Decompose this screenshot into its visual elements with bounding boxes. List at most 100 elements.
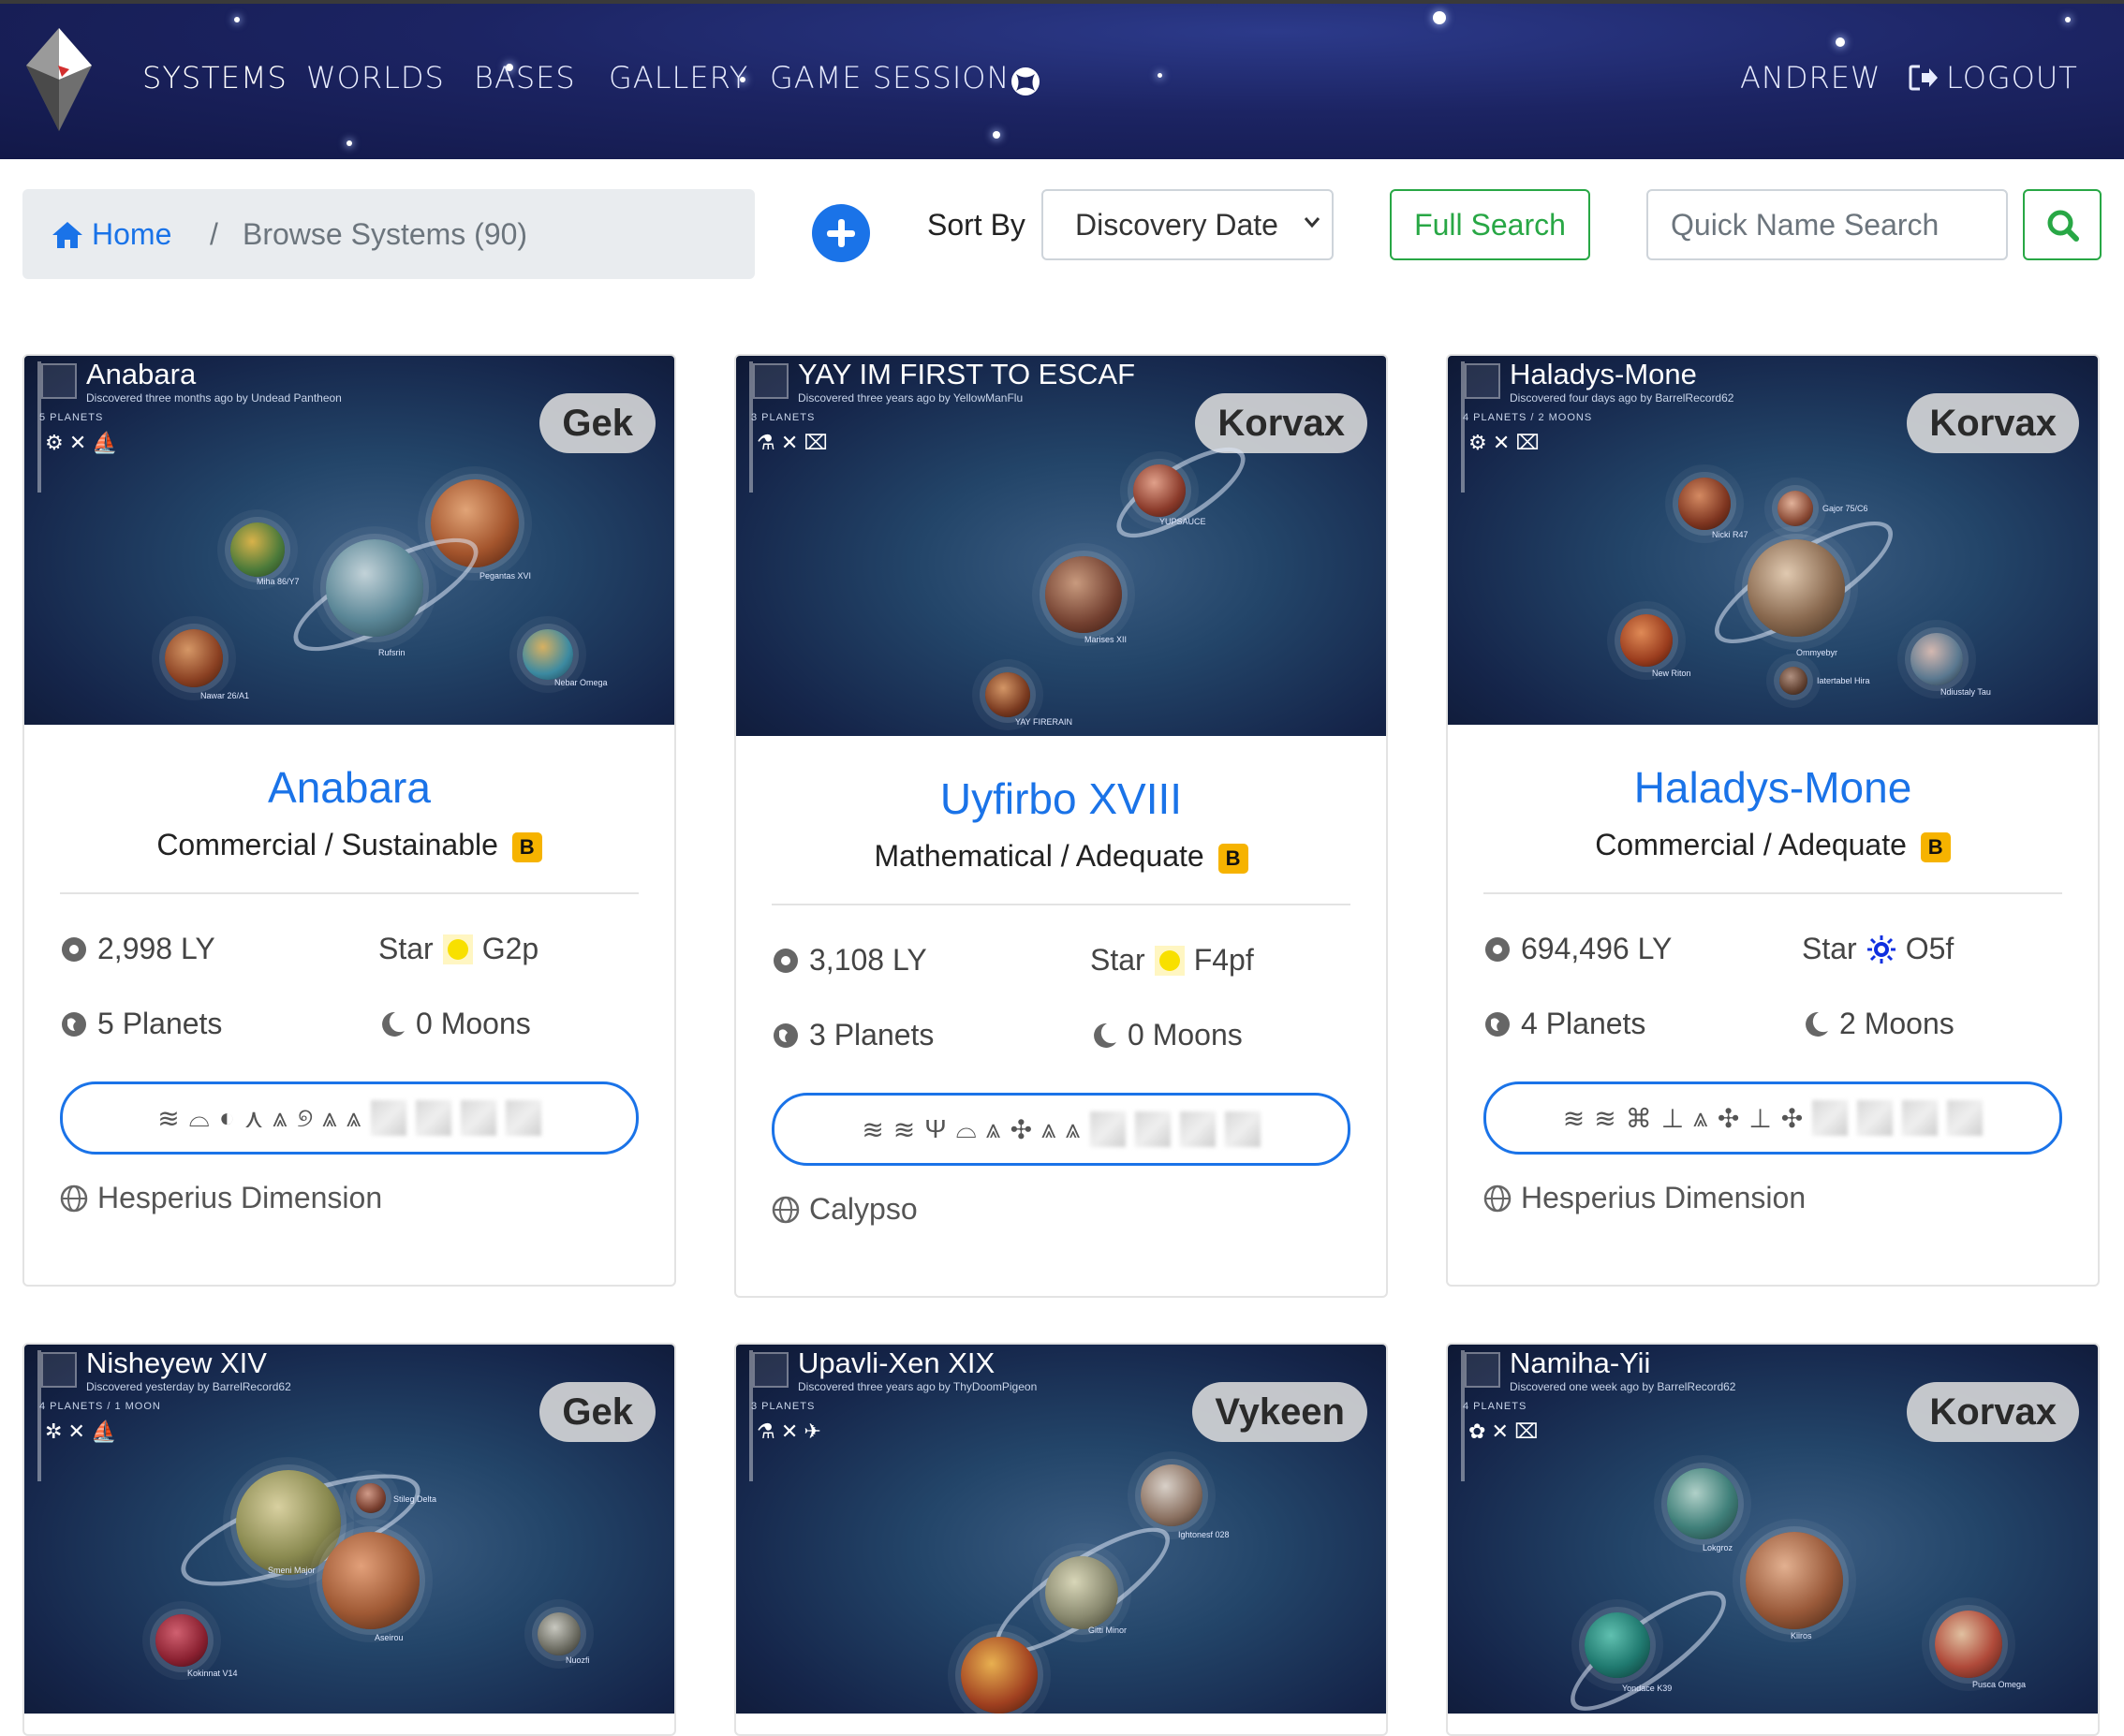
home-icon (52, 221, 82, 248)
nav-user[interactable]: ANDREW (1740, 60, 1881, 96)
planet (1777, 491, 1813, 526)
sort-select[interactable]: Discovery Date (1041, 189, 1334, 260)
breadcrumb: Home / Browse Systems (90) (22, 189, 755, 279)
glyph-icon: ≋ (862, 1114, 884, 1144)
system-card[interactable]: YAY IM FIRST TO ESCAF Discovered three y… (734, 354, 1388, 1298)
system-name-link[interactable]: Anabara (60, 762, 639, 813)
nav-logout[interactable]: LOGOUT (1909, 60, 2078, 96)
image-subtitle: Discovered three years ago by YellowManF… (798, 391, 1024, 405)
glyph-icon: ✣ (1780, 1103, 1804, 1133)
chevron-down-icon (1304, 217, 1320, 228)
planet (155, 1614, 208, 1667)
distance-stat: 694,496 LY (1483, 932, 1672, 966)
star-stat: Star F4pf (1090, 943, 1254, 978)
nav-worlds[interactable]: WORLDS (306, 60, 445, 96)
system-preview-image[interactable]: Nisheyew XIV Discovered yesterday by Bar… (24, 1345, 674, 1714)
galaxy-row: Hesperius Dimension (60, 1181, 639, 1215)
planet-label: Nawar 26/A1 (200, 691, 250, 700)
system-preview-image[interactable]: Upavli-Xen XIX Discovered three years ag… (736, 1345, 1386, 1714)
quick-search-input[interactable]: Quick Name Search (1646, 189, 2008, 260)
portal-glyphs[interactable]: ≋ ≋ Ψ ⌓ ⩓ ✣ ⩓ ⩓ (772, 1093, 1350, 1166)
system-card[interactable]: Nisheyew XIV Discovered yesterday by Bar… (22, 1343, 676, 1736)
redacted-glyph (460, 1100, 496, 1136)
planet (1779, 667, 1807, 695)
system-feature-icons: ✿ ✕ ⌧ (1468, 1420, 1539, 1443)
system-name-link[interactable]: Haladys-Mone (1483, 762, 2062, 813)
system-card[interactable]: Haladys-Mone Discovered four days ago by… (1446, 354, 2100, 1287)
planet-label: Pusca Omega (1972, 1680, 2027, 1689)
glyph-icon: ≋ (1562, 1103, 1586, 1133)
portal-glyphs[interactable]: ≋ ⌓ ◐ ⋏ ⩓ ୭ ⩓ ⩓ (60, 1081, 639, 1155)
breadcrumb-home[interactable]: Home (51, 217, 171, 252)
planet (1678, 478, 1731, 530)
glyph-icon: ⋏ (243, 1103, 264, 1133)
site-logo[interactable] (26, 28, 92, 131)
planet (1141, 1464, 1202, 1526)
full-search-button[interactable]: Full Search (1390, 189, 1590, 260)
glyph-icon: ≋ (157, 1103, 180, 1133)
system-feature-icons: ⚙ ✕ ⛵ (45, 431, 118, 454)
planets-value: 3 Planets (809, 1018, 935, 1052)
nav-bases[interactable]: BASES (474, 60, 576, 96)
galaxy-row: Calypso (772, 1192, 1350, 1227)
planet (1045, 1556, 1118, 1629)
planet (1620, 614, 1673, 667)
planets-stat: 5 Planets (60, 1007, 222, 1041)
system-preview-image[interactable]: Namiha-Yii Discovered one week ago by Ba… (1448, 1345, 2098, 1714)
distance-stat: 2,998 LY (60, 932, 215, 966)
image-subtitle: Discovered one week ago by BarrelRecord6… (1510, 1380, 1736, 1393)
system-card[interactable]: Upavli-Xen XIX Discovered three years ag… (734, 1343, 1388, 1736)
globe-icon (62, 1011, 86, 1037)
star-stat: Star G2p (378, 932, 538, 966)
star-decoration (1433, 11, 1446, 24)
galaxy-row: Hesperius Dimension (1483, 1181, 2062, 1215)
planet-label: Nuozfi (566, 1655, 590, 1665)
planet-label: Ommyebyr (1796, 648, 1838, 657)
image-title: Upavli-Xen XIX (798, 1346, 996, 1379)
system-emblem (1465, 363, 1500, 399)
planet-label: Marises XII (1084, 635, 1128, 644)
system-card[interactable]: Namiha-Yii Discovered one week ago by Ba… (1446, 1343, 2100, 1736)
system-emblem (753, 1352, 789, 1388)
nav-systems[interactable]: SYSTEMS (142, 60, 288, 96)
glyph-icon: ⌘ (1625, 1103, 1652, 1133)
sun-blue-icon (1866, 934, 1895, 964)
breadcrumb-current: Browse Systems (90) (243, 217, 528, 251)
sort-select-value: Discovery Date (1075, 208, 1278, 242)
star-decoration (234, 17, 240, 22)
system-preview-image[interactable]: YAY IM FIRST TO ESCAF Discovered three y… (736, 356, 1386, 736)
sort-label: Sort By (927, 208, 1025, 242)
glyph-icon: ⌓ (955, 1113, 977, 1143)
planet (1585, 1612, 1650, 1678)
nav-gallery[interactable]: GALLERY (609, 60, 748, 96)
system-name-link[interactable]: Uyfirbo XVIII (772, 773, 1350, 824)
system-preview-image[interactable]: Haladys-Mone Discovered four days ago by… (1448, 356, 2098, 725)
planet-label: Yondace K39 (1622, 1684, 1673, 1693)
xbox-icon[interactable] (1010, 66, 1041, 97)
nav-game-session[interactable]: GAME SESSION (770, 60, 1010, 96)
search-button[interactable] (2023, 189, 2102, 260)
planet-label: YUPSAUCE (1159, 517, 1206, 526)
economy-grade-badge: B (511, 831, 542, 862)
economy-label: Commercial / Sustainable (156, 828, 498, 861)
system-emblem (753, 363, 789, 399)
system-feature-icons: ✲ ✕ ⛵ (45, 1420, 117, 1443)
portal-glyphs[interactable]: ≋ ≋ ⌘ ⊥ ⩓ ✣ ⊥ ✣ (1483, 1081, 2062, 1155)
glyph-icon: ◐ (218, 1103, 235, 1132)
top-navbar: SYSTEMS WORLDS BASES GALLERY GAME SESSIO… (0, 0, 2124, 159)
planet (1935, 1611, 2002, 1678)
moons-value: 2 Moons (1839, 1007, 1954, 1040)
planet-label: Nicki R47 (1712, 530, 1748, 539)
distance-value: 694,496 LY (1521, 932, 1673, 965)
system-card[interactable]: Anabara Discovered three months ago by U… (22, 354, 676, 1287)
glyph-icon: ⩓ (1693, 1102, 1708, 1132)
planet-label: Ightonesf 028 (1178, 1530, 1230, 1539)
system-emblem (41, 363, 77, 399)
image-planet-count: 4 PLANETS / 2 MOONS (1463, 412, 1593, 423)
glyph-icon: ⌓ (188, 1102, 210, 1132)
glyph-icon: ⊥ (1660, 1103, 1685, 1133)
add-system-button[interactable] (812, 204, 870, 262)
image-planet-count: 5 PLANETS (39, 412, 104, 423)
planet (538, 1612, 581, 1655)
system-preview-image[interactable]: Anabara Discovered three months ago by U… (24, 356, 674, 725)
